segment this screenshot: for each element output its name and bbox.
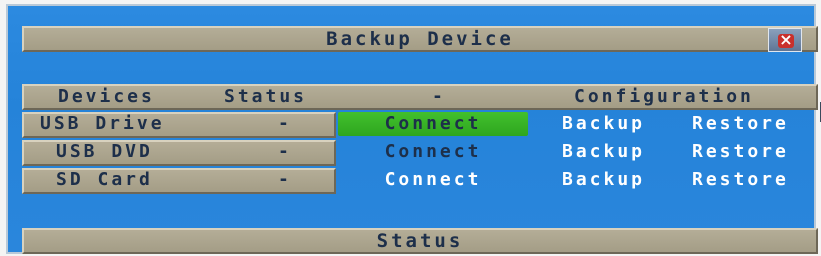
header-status: Status	[224, 86, 308, 107]
device-status: -	[278, 169, 292, 190]
backup-button[interactable]: Backup	[562, 112, 645, 136]
header-action: -	[432, 86, 446, 107]
restore-button[interactable]: Restore	[692, 168, 789, 192]
restore-button[interactable]: Restore	[692, 140, 789, 164]
close-button[interactable]: ×	[768, 28, 802, 52]
backup-button[interactable]: Backup	[562, 140, 645, 164]
header-devices: Devices	[58, 86, 155, 107]
device-status: -	[278, 141, 292, 162]
device-status: -	[278, 113, 292, 134]
connect-button[interactable]: Connect	[338, 168, 528, 192]
status-bar: Status	[22, 228, 818, 254]
table-row: USB Drive - Connect Backup Restore	[22, 112, 818, 138]
dialog-title: Backup Device	[326, 28, 514, 50]
table-row: SD Card - Connect Backup Restore	[22, 168, 818, 194]
restore-button[interactable]: Restore	[692, 112, 789, 136]
connect-button[interactable]: Connect	[338, 140, 528, 164]
header-configuration: Configuration	[574, 86, 754, 107]
device-name: USB DVD	[56, 141, 153, 162]
status-label: Status	[376, 230, 464, 252]
table-header: Devices Status - Configuration	[22, 84, 818, 110]
close-icon: ×	[778, 30, 794, 49]
backup-button[interactable]: Backup	[562, 168, 645, 192]
device-name: USB Drive	[40, 113, 165, 134]
backup-device-dialog: Backup Device × Devices Status - Configu…	[6, 4, 821, 254]
connect-button[interactable]: Connect	[338, 112, 528, 136]
title-bar: Backup Device	[22, 26, 818, 52]
table-row: USB DVD - Connect Backup Restore	[22, 140, 818, 166]
device-name: SD Card	[56, 169, 153, 190]
